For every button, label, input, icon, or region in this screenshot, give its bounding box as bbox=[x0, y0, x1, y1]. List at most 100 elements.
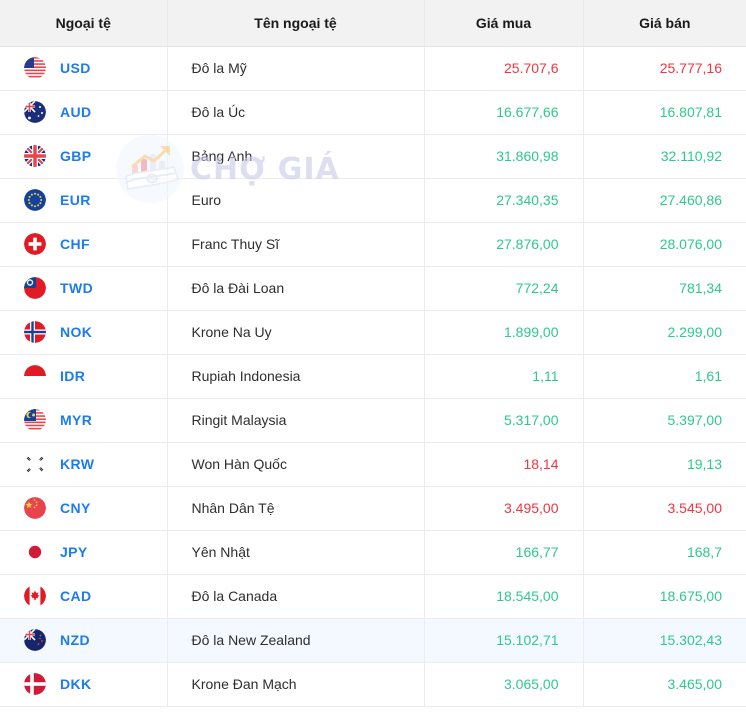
currency-code[interactable]: NOK bbox=[60, 324, 92, 340]
table-row[interactable]: NOKKrone Na Uy1.899,002.299,00 bbox=[0, 310, 746, 354]
sell-price-cell: 168,7 bbox=[583, 530, 746, 574]
currency-name-cell: Bảng Anh bbox=[167, 134, 424, 178]
table-row[interactable]: NZD Đô la New Zealand15.102,7115.302,43 bbox=[0, 618, 746, 662]
currency-cell: IDR bbox=[0, 354, 167, 398]
currency-cell: GBP bbox=[0, 134, 167, 178]
currency-name-cell: Yên Nhật bbox=[167, 530, 424, 574]
flag-cn-icon bbox=[24, 497, 46, 519]
currency-code[interactable]: MYR bbox=[60, 412, 92, 428]
currency-code[interactable]: KRW bbox=[60, 456, 94, 472]
currency-code[interactable]: NZD bbox=[60, 632, 90, 648]
header-row: Ngoại tệ Tên ngoại tệ Giá mua Giá bán bbox=[0, 0, 746, 46]
flag-gb-icon bbox=[24, 145, 46, 167]
currency-cell: TWD bbox=[0, 266, 167, 310]
flag-my-icon bbox=[24, 409, 46, 431]
table-row[interactable]: AUD Đô la Úc16.677,6616.807,81 bbox=[0, 90, 746, 134]
currency-cell: CAD bbox=[0, 574, 167, 618]
flag-kr-icon bbox=[24, 453, 46, 475]
buy-price-cell: 1,11 bbox=[424, 354, 583, 398]
table-row[interactable]: TWDĐô la Đài Loan772,24781,34 bbox=[0, 266, 746, 310]
sell-price-cell: 781,34 bbox=[583, 266, 746, 310]
currency-cell: JPY bbox=[0, 530, 167, 574]
flag-au-icon bbox=[24, 101, 46, 123]
column-header-sell-price[interactable]: Giá bán bbox=[583, 0, 746, 46]
currency-code[interactable]: AUD bbox=[60, 104, 92, 120]
currency-code[interactable]: IDR bbox=[60, 368, 85, 384]
currency-cell: AUD bbox=[0, 90, 167, 134]
currency-name-cell: Nhân Dân Tệ bbox=[167, 486, 424, 530]
currency-name-cell: Đô la Đài Loan bbox=[167, 266, 424, 310]
sell-price-cell: 2.299,00 bbox=[583, 310, 746, 354]
currency-code[interactable]: GBP bbox=[60, 148, 92, 164]
flag-ch-icon bbox=[24, 233, 46, 255]
currency-name-cell: Đô la Mỹ bbox=[167, 46, 424, 90]
currency-cell: MYR bbox=[0, 398, 167, 442]
currency-code[interactable]: DKK bbox=[60, 676, 92, 692]
table-row[interactable]: USD Đô la Mỹ25.707,625.777,16 bbox=[0, 46, 746, 90]
currency-cell: NOK bbox=[0, 310, 167, 354]
buy-price-cell: 5.317,00 bbox=[424, 398, 583, 442]
buy-price-cell: 3.065,00 bbox=[424, 662, 583, 706]
table-row[interactable]: GBPBảng Anh31.860,9832.110,92 bbox=[0, 134, 746, 178]
table-row[interactable]: KRWWon Hàn Quốc18,1419,13 bbox=[0, 442, 746, 486]
buy-price-cell: 166,77 bbox=[424, 530, 583, 574]
currency-cell: NZD bbox=[0, 618, 167, 662]
flag-eu-icon bbox=[24, 189, 46, 211]
table-row[interactable]: MYR Ringit Malaysia5.317,005.397,00 bbox=[0, 398, 746, 442]
sell-price-cell: 18.675,00 bbox=[583, 574, 746, 618]
exchange-rate-table: Ngoại tệ Tên ngoại tệ Giá mua Giá bán US… bbox=[0, 0, 746, 707]
table-body: USDĐô la Mỹ25.707,625.777,16AUDĐô la Úc1… bbox=[0, 46, 746, 706]
sell-price-cell: 5.397,00 bbox=[583, 398, 746, 442]
column-header-currency-name[interactable]: Tên ngoại tệ bbox=[167, 0, 424, 46]
buy-price-cell: 15.102,71 bbox=[424, 618, 583, 662]
currency-code[interactable]: EUR bbox=[60, 192, 91, 208]
column-header-currency[interactable]: Ngoại tệ bbox=[0, 0, 167, 46]
currency-name-cell: Ringit Malaysia bbox=[167, 398, 424, 442]
table-row[interactable]: CNY Nhân Dân Tệ3.495,003.545,00 bbox=[0, 486, 746, 530]
sell-price-cell: 16.807,81 bbox=[583, 90, 746, 134]
column-header-buy-price[interactable]: Giá mua bbox=[424, 0, 583, 46]
sell-price-cell: 3.465,00 bbox=[583, 662, 746, 706]
currency-cell: EUR bbox=[0, 178, 167, 222]
currency-cell: CNY bbox=[0, 486, 167, 530]
flag-ca-icon bbox=[24, 585, 46, 607]
currency-name-cell: Đô la Úc bbox=[167, 90, 424, 134]
flag-tw-icon bbox=[24, 277, 46, 299]
sell-price-cell: 19,13 bbox=[583, 442, 746, 486]
currency-code[interactable]: TWD bbox=[60, 280, 93, 296]
sell-price-cell: 27.460,86 bbox=[583, 178, 746, 222]
sell-price-cell: 3.545,00 bbox=[583, 486, 746, 530]
sell-price-cell: 1,61 bbox=[583, 354, 746, 398]
currency-name-cell: Đô la Canada bbox=[167, 574, 424, 618]
currency-code[interactable]: CNY bbox=[60, 500, 91, 516]
table-row[interactable]: EUREuro27.340,3527.460,86 bbox=[0, 178, 746, 222]
sell-price-cell: 25.777,16 bbox=[583, 46, 746, 90]
currency-name-cell: Đô la New Zealand bbox=[167, 618, 424, 662]
buy-price-cell: 3.495,00 bbox=[424, 486, 583, 530]
table-row[interactable]: DKK Krone Đan Mạch3.065,003.465,00 bbox=[0, 662, 746, 706]
currency-cell: DKK bbox=[0, 662, 167, 706]
currency-code[interactable]: CHF bbox=[60, 236, 90, 252]
currency-name-cell: Euro bbox=[167, 178, 424, 222]
currency-name-cell: Franc Thuy Sĩ bbox=[167, 222, 424, 266]
buy-price-cell: 31.860,98 bbox=[424, 134, 583, 178]
sell-price-cell: 15.302,43 bbox=[583, 618, 746, 662]
currency-cell: USD bbox=[0, 46, 167, 90]
currency-code[interactable]: USD bbox=[60, 60, 91, 76]
table-row[interactable]: CADĐô la Canada18.545,0018.675,00 bbox=[0, 574, 746, 618]
buy-price-cell: 25.707,6 bbox=[424, 46, 583, 90]
buy-price-cell: 16.677,66 bbox=[424, 90, 583, 134]
flag-dk-icon bbox=[24, 673, 46, 695]
currency-code[interactable]: JPY bbox=[60, 544, 88, 560]
table-row[interactable]: IDRRupiah Indonesia1,111,61 bbox=[0, 354, 746, 398]
table-row[interactable]: JPY Yên Nhật166,77168,7 bbox=[0, 530, 746, 574]
currency-code[interactable]: CAD bbox=[60, 588, 92, 604]
flag-nz-icon bbox=[24, 629, 46, 651]
currency-cell: CHF bbox=[0, 222, 167, 266]
table-header: Ngoại tệ Tên ngoại tệ Giá mua Giá bán bbox=[0, 0, 746, 46]
flag-us-icon bbox=[24, 57, 46, 79]
currency-cell: KRW bbox=[0, 442, 167, 486]
table-row[interactable]: CHFFranc Thuy Sĩ27.876,0028.076,00 bbox=[0, 222, 746, 266]
buy-price-cell: 1.899,00 bbox=[424, 310, 583, 354]
currency-name-cell: Krone Đan Mạch bbox=[167, 662, 424, 706]
